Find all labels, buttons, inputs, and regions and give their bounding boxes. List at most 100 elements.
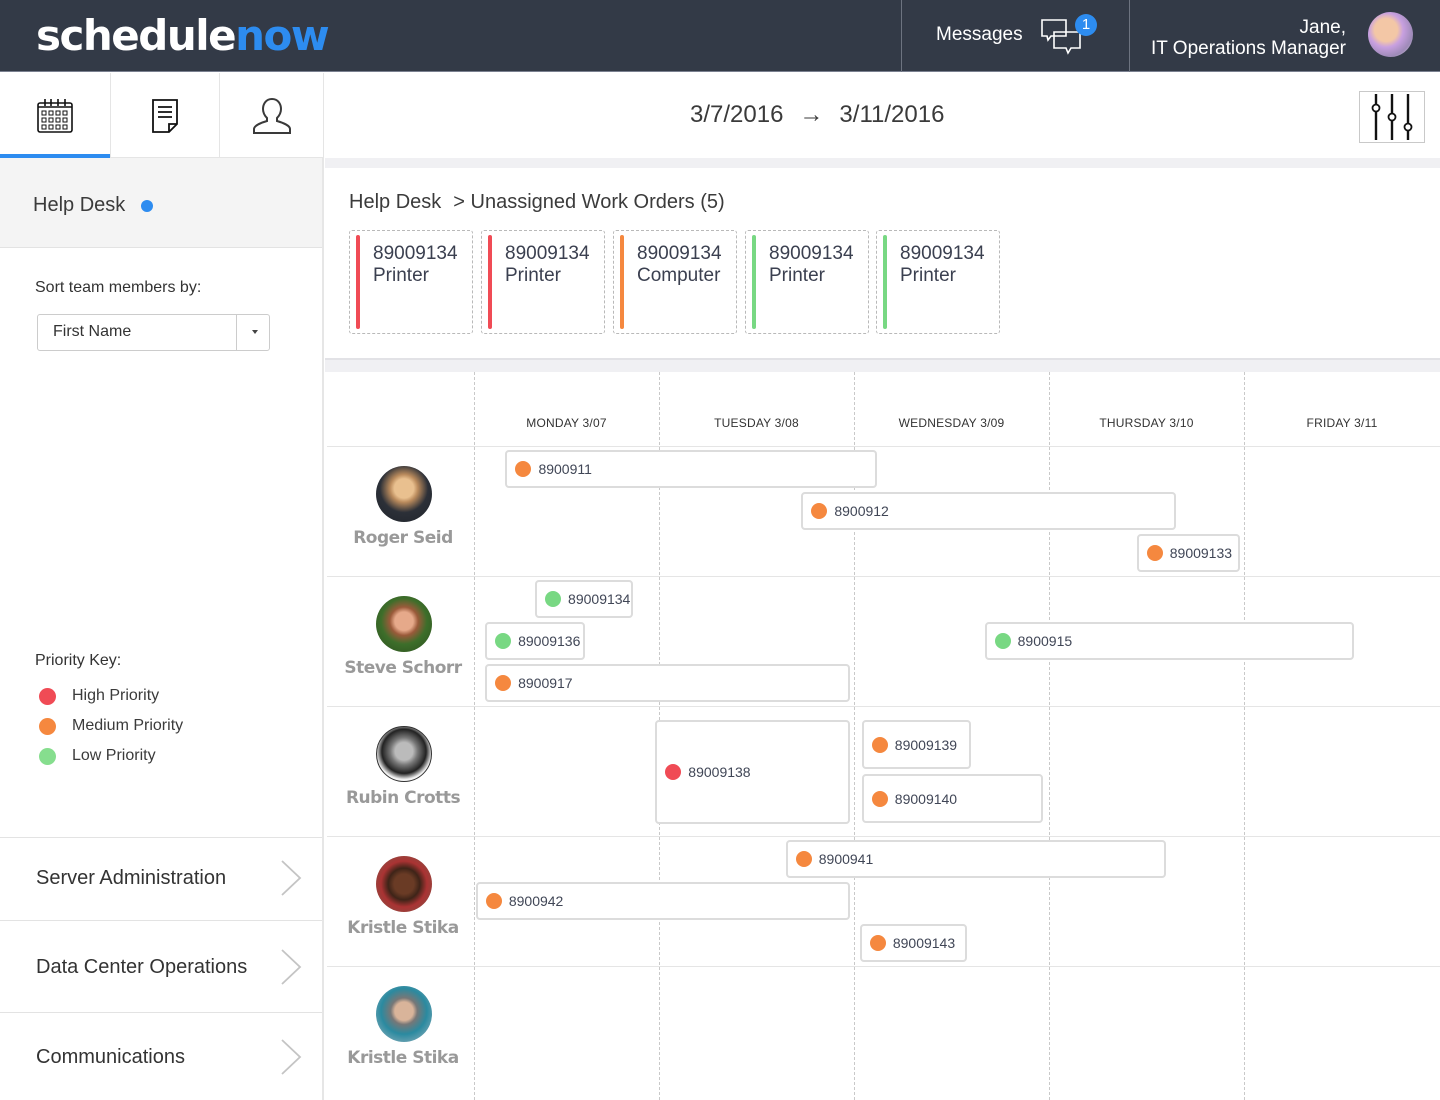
messages-button[interactable]: Messages 1 (901, 0, 1130, 72)
day-header: THURSDAY 3/10 (1099, 416, 1194, 430)
row-divider (327, 706, 1440, 707)
member-name: Kristle Stika (347, 918, 459, 938)
user-menu[interactable]: Jane, IT Operations Manager (1130, 0, 1440, 72)
logo-text-schedule: schedule (36, 11, 237, 60)
task-bar[interactable]: 89009143 (859, 924, 968, 962)
task-id: 89009136 (518, 633, 581, 649)
team-member[interactable]: Steve Schorr (325, 576, 475, 706)
date-range-end[interactable]: 3/11/2016 (839, 101, 944, 129)
work-order-id: 89009134 (373, 243, 458, 264)
group-data-center-operations[interactable]: Data Center Operations (0, 920, 322, 1012)
medium-priority-dot-icon (515, 461, 532, 477)
breadcrumb-current: > Unassigned Work Orders (5) (453, 191, 725, 213)
calendar-icon (37, 98, 73, 133)
member-name: Kristle Stika (347, 1048, 459, 1068)
task-bar[interactable]: 89009140 (861, 774, 1044, 823)
breadcrumb-root[interactable]: Help Desk (349, 191, 441, 214)
nav-tabs (0, 73, 324, 159)
task-bar[interactable]: 89009134 (535, 580, 634, 618)
member-name: Roger Seid (353, 528, 453, 548)
priority-bar (356, 235, 360, 329)
team-member[interactable]: Rubin Crotts (325, 706, 475, 836)
filter-settings-button[interactable] (1359, 91, 1425, 143)
sort-label: Sort team members by: (35, 279, 202, 296)
medium-priority-dot-icon (795, 851, 812, 867)
work-order-card[interactable]: 89009134 Printer (349, 230, 473, 334)
row-divider (327, 576, 1440, 577)
priority-key-label: Low Priority (72, 747, 156, 764)
team-member[interactable]: Kristle Stika (325, 966, 475, 1096)
day-header: FRIDAY 3/11 (1306, 416, 1378, 430)
member-avatar[interactable] (376, 856, 432, 912)
sort-select-value: First Name (53, 323, 132, 340)
low-priority-dot-icon (495, 633, 512, 649)
low-priority-dot-icon (545, 591, 562, 607)
low-priority-dot-icon (39, 747, 56, 765)
tab-calendar[interactable] (0, 73, 111, 159)
sort-select[interactable]: First Name (37, 314, 270, 351)
group-server-administration[interactable]: Server Administration (0, 837, 322, 920)
row-divider (327, 446, 1440, 447)
work-order-card[interactable]: 89009134 Printer (876, 230, 1000, 334)
member-avatar[interactable] (376, 726, 432, 782)
member-avatar[interactable] (376, 596, 432, 652)
user-avatar[interactable] (1368, 12, 1413, 57)
team-active-dot (141, 200, 153, 212)
select-divider (236, 315, 237, 350)
day-divider (1049, 372, 1050, 1100)
member-avatar[interactable] (376, 466, 432, 522)
low-priority-dot-icon (994, 633, 1011, 649)
medium-priority-dot-icon (485, 893, 502, 909)
tab-documents[interactable] (111, 73, 220, 158)
user-icon (252, 97, 291, 134)
task-bar[interactable]: 8900942 (475, 882, 851, 920)
sidebar: Help Desk Sort team members by: First Na… (0, 158, 324, 1100)
chevron-right-icon (281, 949, 302, 985)
task-bar[interactable]: 8900911 (505, 450, 878, 488)
work-order-card[interactable]: 89009134 Printer (745, 230, 869, 334)
team-member[interactable]: Roger Seid (325, 446, 475, 576)
task-bar[interactable]: 89009133 (1136, 534, 1241, 572)
member-name: Steve Schorr (344, 658, 462, 678)
task-bar[interactable]: 89009138 (655, 720, 851, 824)
group-label: Data Center Operations (36, 956, 248, 978)
date-range-bar: 3/7/2016 → 3/11/2016 (325, 73, 1440, 158)
medium-priority-dot-icon (871, 736, 888, 753)
task-bar[interactable]: 89009139 (861, 720, 971, 769)
task-id: 89009134 (568, 591, 631, 607)
work-order-card[interactable]: 89009134 Computer (613, 230, 737, 334)
team-member[interactable]: Kristle Stika (325, 836, 475, 966)
app-logo[interactable]: schedulenow (36, 11, 330, 60)
priority-key-title: Priority Key: (35, 652, 122, 669)
medium-priority-dot-icon (495, 675, 512, 691)
task-bar[interactable]: 8900917 (485, 664, 851, 702)
chevron-right-icon (281, 1039, 302, 1075)
arrow-right-icon: → (799, 101, 824, 128)
row-divider (327, 836, 1440, 837)
task-bar[interactable]: 8900915 (984, 622, 1354, 660)
date-range[interactable]: 3/7/2016 → 3/11/2016 (690, 101, 944, 129)
high-priority-dot-icon (665, 764, 682, 780)
priority-key-label: High Priority (72, 687, 160, 704)
member-avatar[interactable] (376, 986, 432, 1042)
tab-people[interactable] (220, 73, 324, 158)
work-order-id: 89009134 (900, 243, 985, 264)
messages-count-badge: 1 (1075, 14, 1097, 36)
divider (325, 158, 1440, 168)
priority-bar (488, 235, 492, 329)
day-header: MONDAY 3/07 (526, 416, 607, 430)
task-bar[interactable]: 8900912 (801, 492, 1176, 530)
document-icon (152, 98, 178, 133)
member-name: Rubin Crotts (345, 788, 461, 808)
priority-bar (752, 235, 756, 329)
priority-key-label: Medium Priority (72, 717, 184, 734)
task-bar[interactable]: 89009136 (485, 622, 585, 660)
date-range-start[interactable]: 3/7/2016 (690, 101, 783, 129)
work-order-type: Printer (900, 265, 956, 286)
work-order-card[interactable]: 89009134 Printer (481, 230, 605, 334)
day-header: WEDNESDAY 3/09 (898, 416, 1005, 430)
group-communications[interactable]: Communications (0, 1012, 322, 1100)
task-bar[interactable]: 8900941 (785, 840, 1166, 878)
team-header[interactable]: Help Desk (0, 158, 322, 248)
caret-down-icon (252, 330, 258, 334)
